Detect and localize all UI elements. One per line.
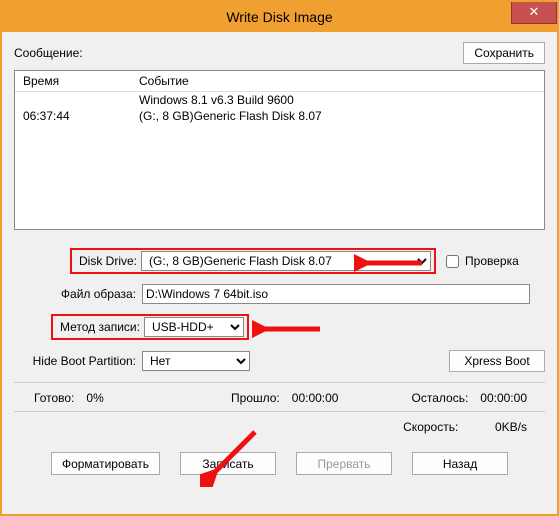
ready-value: 0% (86, 391, 103, 405)
status-row: Готово: 0% Прошло: 00:00:00 Осталось: 00… (14, 391, 545, 405)
divider (14, 411, 545, 412)
image-file-label: Файл образа: (14, 287, 142, 301)
hide-boot-label: Hide Boot Partition: (14, 354, 142, 368)
divider (14, 382, 545, 383)
elapsed-value: 00:00:00 (292, 391, 339, 405)
titlebar: Write Disk Image ✕ (2, 2, 557, 32)
abort-button[interactable]: Прервать (296, 452, 392, 475)
write-method-row: Метод записи: USB-HDD+ (14, 314, 545, 340)
ready-label: Готово: (34, 391, 74, 405)
log-rows: Windows 8.1 v6.3 Build 9600 06:37:44 (G:… (15, 92, 544, 124)
elapsed-label: Прошло: (231, 391, 280, 405)
message-row: Сообщение: Сохранить (14, 42, 545, 64)
disk-drive-row: Disk Drive: (G:, 8 GB)Generic Flash Disk… (14, 248, 545, 274)
format-button[interactable]: Форматировать (51, 452, 160, 475)
close-button[interactable]: ✕ (511, 2, 557, 24)
write-method-select[interactable]: USB-HDD+ (144, 317, 244, 337)
button-row: Форматировать Записать Прервать Назад (14, 452, 545, 475)
image-file-row: Файл образа: (14, 284, 545, 304)
list-item: Windows 8.1 v6.3 Build 9600 (15, 92, 544, 108)
speed-value: 0KB/s (495, 420, 527, 434)
highlight-disk-drive: Disk Drive: (G:, 8 GB)Generic Flash Disk… (70, 248, 436, 274)
remain-value: 00:00:00 (480, 391, 527, 405)
log-col-time: Время (15, 74, 135, 88)
xpress-boot-button[interactable]: Xpress Boot (449, 350, 545, 372)
hide-boot-select[interactable]: Нет (142, 351, 250, 371)
speed-label: Скорость: (403, 420, 458, 434)
log-list[interactable]: Время Событие Windows 8.1 v6.3 Build 960… (14, 70, 545, 230)
close-icon: ✕ (529, 4, 540, 19)
list-item: 06:37:44 (G:, 8 GB)Generic Flash Disk 8.… (15, 108, 544, 124)
hide-boot-row: Hide Boot Partition: Нет Xpress Boot (14, 350, 545, 372)
write-method-label: Метод записи: (56, 320, 144, 334)
write-button[interactable]: Записать (180, 452, 276, 475)
window-frame: Write Disk Image ✕ Сообщение: Сохранить … (0, 0, 559, 516)
message-label: Сообщение: (14, 46, 83, 60)
remain-label: Осталось: (412, 391, 469, 405)
content-area: Сообщение: Сохранить Время Событие Windo… (2, 32, 557, 514)
disk-drive-label: Disk Drive: (75, 254, 141, 268)
verify-label: Проверка (465, 254, 519, 268)
log-col-event: Событие (135, 74, 544, 88)
speed-row: Скорость: 0KB/s (14, 420, 545, 434)
highlight-write-method: Метод записи: USB-HDD+ (51, 314, 249, 340)
disk-drive-select[interactable]: (G:, 8 GB)Generic Flash Disk 8.07 (141, 251, 431, 271)
verify-checkbox[interactable] (446, 255, 459, 268)
save-button[interactable]: Сохранить (463, 42, 545, 64)
image-file-input[interactable] (142, 284, 530, 304)
log-header: Время Событие (15, 71, 544, 92)
verify-checkbox-wrap[interactable]: Проверка (442, 252, 519, 271)
window-title: Write Disk Image (226, 9, 332, 25)
back-button[interactable]: Назад (412, 452, 508, 475)
